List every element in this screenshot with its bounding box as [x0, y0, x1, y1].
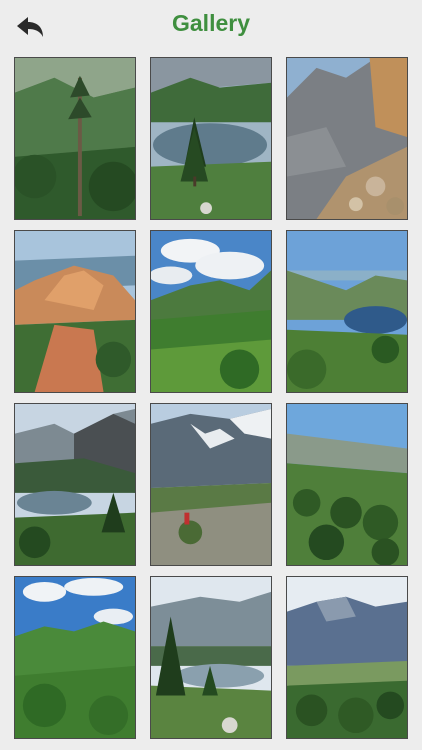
- photo-snowy-peaks-hiker: [151, 404, 271, 565]
- gallery-thumbnail[interactable]: [286, 576, 408, 739]
- photo-lake-pine: [151, 58, 271, 219]
- gallery-thumbnail[interactable]: [150, 576, 272, 739]
- photo-green-slope-pines: [287, 404, 407, 565]
- photo-green-hills-clouds: [15, 577, 135, 738]
- gallery-thumbnail[interactable]: [14, 57, 136, 220]
- gallery-thumbnail[interactable]: [286, 57, 408, 220]
- gallery-thumbnail[interactable]: [150, 57, 272, 220]
- gallery-thumbnail[interactable]: [150, 403, 272, 566]
- photo-rock-cliff: [287, 58, 407, 219]
- photo-red-rock-formation: [15, 231, 135, 392]
- gallery-thumbnail[interactable]: [14, 230, 136, 393]
- gallery-thumbnail[interactable]: [150, 230, 272, 393]
- gallery-thumbnail[interactable]: [286, 403, 408, 566]
- gallery-grid: [14, 57, 408, 739]
- gallery-thumbnail[interactable]: [14, 576, 136, 739]
- photo-lake-ridge-forest: [15, 404, 135, 565]
- photo-forest-tree: [15, 58, 135, 219]
- photo-rocky-ridge-shrubs: [287, 577, 407, 738]
- gallery-thumbnail[interactable]: [286, 230, 408, 393]
- page-title: Gallery: [172, 10, 250, 36]
- photo-lake-pine-mountain: [151, 577, 271, 738]
- header-bar: Gallery: [0, 0, 422, 52]
- gallery-thumbnail[interactable]: [14, 403, 136, 566]
- photo-green-valley-clouds: [151, 231, 271, 392]
- photo-mountain-lake-valley: [287, 231, 407, 392]
